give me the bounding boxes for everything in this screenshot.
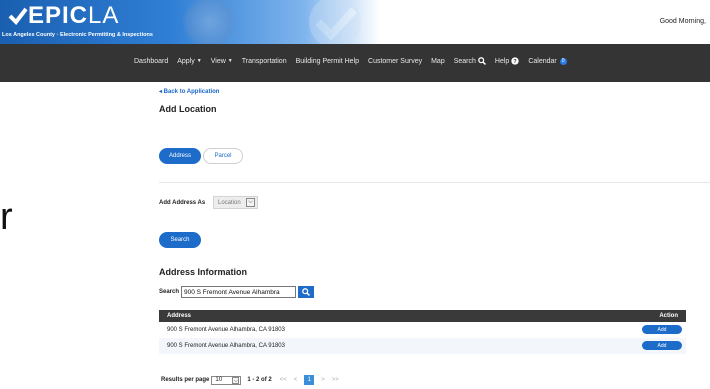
parcel-toggle-button[interactable]: Parcel: [203, 148, 243, 164]
banner-background: EPICLA Los Angeles County ◦ Electronic P…: [0, 0, 380, 44]
calendar-count-badge: 0: [559, 57, 567, 65]
column-header-action: Action: [659, 313, 678, 319]
table-row: 900 S Fremont Avenue Alhambra, CA 91803 …: [159, 338, 686, 354]
results-per-page-select[interactable]: 10 ⌵: [211, 375, 242, 385]
chevron-down-icon: ⌵: [246, 198, 255, 207]
caret-down-icon: ▼: [227, 58, 233, 64]
nav-dashboard[interactable]: Dashboard: [134, 57, 168, 65]
nav-customer-survey[interactable]: Customer Survey: [368, 57, 422, 65]
next-page-button[interactable]: >: [321, 377, 325, 383]
nav-search[interactable]: Search: [454, 57, 486, 65]
nav-help[interactable]: Help ?: [495, 57, 519, 65]
chevron-down-icon: ⌵: [232, 376, 240, 384]
svg-text:?: ?: [514, 59, 518, 65]
logo-check-icon: [8, 7, 28, 26]
last-page-button[interactable]: >>: [332, 377, 339, 383]
nav-calendar[interactable]: Calendar 0: [528, 57, 567, 65]
section-divider: [159, 182, 710, 183]
add-address-as-value: Location: [218, 199, 241, 206]
epicla-logo[interactable]: EPICLA: [8, 4, 119, 28]
nav-building-permit-help[interactable]: Building Permit Help: [296, 57, 359, 65]
pagination: Results per page 10 ⌵ 1 - 2 of 2 << < 1 …: [161, 375, 339, 385]
address-search-input[interactable]: [181, 286, 296, 298]
question-circle-icon: ?: [511, 57, 519, 65]
nav-map[interactable]: Map: [431, 57, 445, 65]
table-header: Address Action: [159, 310, 686, 322]
caret-down-icon: ▼: [196, 58, 202, 64]
back-to-application-link[interactable]: ◂ Back to Application: [159, 88, 219, 95]
row-address: 900 S Fremont Avenue Alhambra, CA 91803: [167, 327, 285, 333]
county-seal-icon: [180, 0, 238, 44]
add-address-as-label: Add Address As: [159, 200, 206, 206]
address-results-table: Address Action 900 S Fremont Avenue Alha…: [159, 310, 686, 354]
stray-text: r: [0, 196, 13, 238]
prev-page-button[interactable]: <: [294, 377, 298, 383]
page-title: Add Location: [159, 104, 217, 114]
first-page-button[interactable]: <<: [280, 377, 287, 383]
row-address: 900 S Fremont Avenue Alhambra, CA 91803: [167, 343, 285, 349]
results-per-page-label: Results per page: [161, 377, 210, 383]
add-address-button[interactable]: Add: [642, 341, 682, 350]
add-address-button[interactable]: Add: [642, 325, 682, 334]
greeting-text: Good Morning,: [659, 18, 706, 25]
nav-view[interactable]: View ▼: [211, 57, 233, 65]
header-banner: EPICLA Los Angeles County ◦ Electronic P…: [0, 0, 710, 44]
watermark-check-icon: [309, 0, 361, 44]
table-row: 900 S Fremont Avenue Alhambra, CA 91803 …: [159, 322, 686, 338]
current-page-button[interactable]: 1: [304, 375, 315, 385]
nav-apply[interactable]: Apply ▼: [177, 57, 201, 65]
search-label: Search: [159, 289, 180, 295]
nav-transportation[interactable]: Transportation: [242, 57, 287, 65]
address-toggle-button[interactable]: Address: [159, 148, 201, 164]
logo-light-text: LA: [88, 2, 120, 29]
add-address-as-select[interactable]: Location ⌵: [213, 196, 258, 209]
search-button[interactable]: Search: [159, 232, 201, 248]
address-information-title: Address Information: [159, 267, 248, 277]
search-icon: [302, 288, 310, 296]
logo-main-text: EPIC: [28, 2, 89, 29]
main-nav: Dashboard Apply ▼ View ▼ Transportation Bu…: [0, 44, 710, 82]
results-range: 1 - 2 of 2: [247, 377, 272, 383]
address-search-button[interactable]: [298, 286, 314, 298]
column-header-address: Address: [167, 313, 192, 319]
search-icon: [478, 57, 486, 65]
tagline: Los Angeles County ◦ Electronic Permitti…: [2, 32, 153, 38]
